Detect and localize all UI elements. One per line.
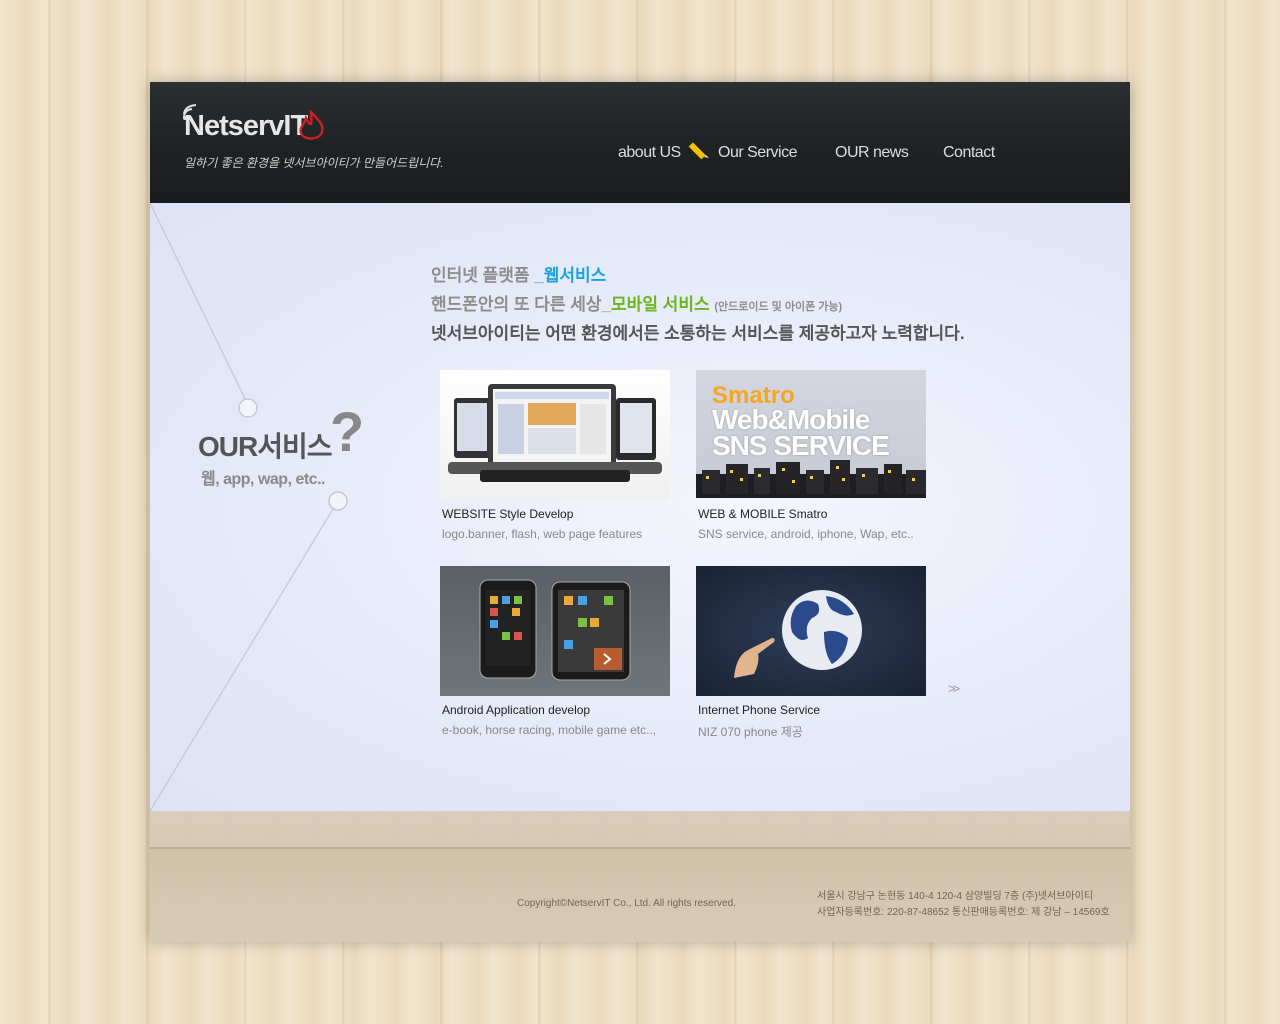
service-desc: NIZ 070 phone 제공 bbox=[698, 725, 803, 739]
devices-image[interactable] bbox=[440, 370, 670, 500]
flame-icon bbox=[299, 110, 324, 140]
logo-text: NetservIT bbox=[184, 110, 308, 142]
nav-about-us[interactable]: about US bbox=[618, 144, 681, 162]
intro-mobile-highlight: _모바일 서비스 bbox=[601, 295, 710, 314]
address-line-1: 서울시 강남구 논현동 140-4 120-4 삼양빌딩 7층 (주)넷서브아이… bbox=[817, 891, 1094, 902]
service-title[interactable]: Internet Phone Service bbox=[698, 703, 820, 717]
copyright-text: Copyright©NetservIT Co., Ltd. All rights… bbox=[517, 898, 736, 909]
sidebar-title-text: OUR서비스 bbox=[198, 431, 333, 462]
intro-line-1: 인터넷 플랫폼 _웹서비스 bbox=[431, 261, 965, 286]
nav-contact[interactable]: Contact bbox=[943, 144, 995, 162]
service-title[interactable]: Android Application develop bbox=[442, 703, 590, 717]
service-title[interactable]: WEB & MOBILE Smatro bbox=[698, 507, 827, 521]
intro-line-2-note: (안드로이드 및 아이폰 가능) bbox=[714, 301, 843, 313]
company-address: 서울시 강남구 논현동 140-4 120-4 삼양빌딩 7층 (주)넷서브아이… bbox=[817, 889, 1110, 921]
intro-text: 인터넷 플랫폼 _웹서비스 핸드폰안의 또 다른 세상_모바일 서비스 (안드로… bbox=[431, 261, 965, 348]
next-arrow-button[interactable]: >> bbox=[948, 681, 960, 696]
smatro-banner-image[interactable]: Smatro Web&Mobile SNS SERVICE bbox=[696, 370, 926, 498]
address-line-2: 사업자등록번호: 220-87-48652 통신판매등록번호: 제 강남 – 1… bbox=[817, 907, 1110, 918]
footer-divider bbox=[150, 847, 1130, 849]
service-desc: e-book, horse racing, mobile game etc.., bbox=[442, 723, 657, 737]
service-desc: logo.banner, flash, web page features bbox=[442, 527, 643, 541]
smatro-line2: SNS SERVICE bbox=[712, 430, 890, 461]
sidebar-title: OUR서비스 ? bbox=[198, 400, 364, 465]
globe-hand-image[interactable] bbox=[696, 566, 926, 696]
footer: Copyright©NetservIT Co., Ltd. All rights… bbox=[150, 811, 1130, 942]
intro-line-1-prefix: 인터넷 플랫폼 bbox=[431, 266, 535, 285]
header: NetservIT 일하기 좋은 환경을 넷서브아이티가 만들어드립니다. ab… bbox=[150, 82, 1130, 203]
service-desc: SNS service, android, iphone, Wap, etc.. bbox=[698, 527, 914, 541]
pencil-icon bbox=[688, 142, 709, 160]
tagline: 일하기 좋은 환경을 넷서브아이티가 만들어드립니다. bbox=[184, 156, 444, 170]
nav-our-service[interactable]: Our Service bbox=[718, 144, 797, 162]
intro-line-2-prefix: 핸드폰안의 또 다른 세상 bbox=[431, 295, 602, 314]
phone-tablet-image[interactable] bbox=[440, 566, 670, 696]
service-title[interactable]: WEBSITE Style Develop bbox=[442, 507, 573, 521]
deco-circle-bottom bbox=[328, 491, 348, 511]
intro-line-2: 핸드폰안의 또 다른 세상_모바일 서비스 (안드로이드 및 아이폰 가능) bbox=[431, 290, 965, 315]
nav-our-news[interactable]: OUR news bbox=[835, 144, 909, 162]
deco-circle-top bbox=[238, 398, 258, 418]
intro-line-3: 넷서브아이티는 어떤 환경에서든 소통하는 서비스를 제공하고자 노력합니다. bbox=[431, 324, 965, 343]
question-mark: ? bbox=[330, 400, 364, 463]
site-container: NetservIT 일하기 좋은 환경을 넷서브아이티가 만들어드립니다. ab… bbox=[150, 82, 1130, 942]
main-content: OUR서비스 ? 웹, app, wap, etc.. 인터넷 플랫폼 _웹서비… bbox=[150, 203, 1130, 811]
intro-web-highlight: _웹서비스 bbox=[534, 266, 607, 285]
sidebar-subtitle: 웹, app, wap, etc.. bbox=[201, 471, 325, 488]
